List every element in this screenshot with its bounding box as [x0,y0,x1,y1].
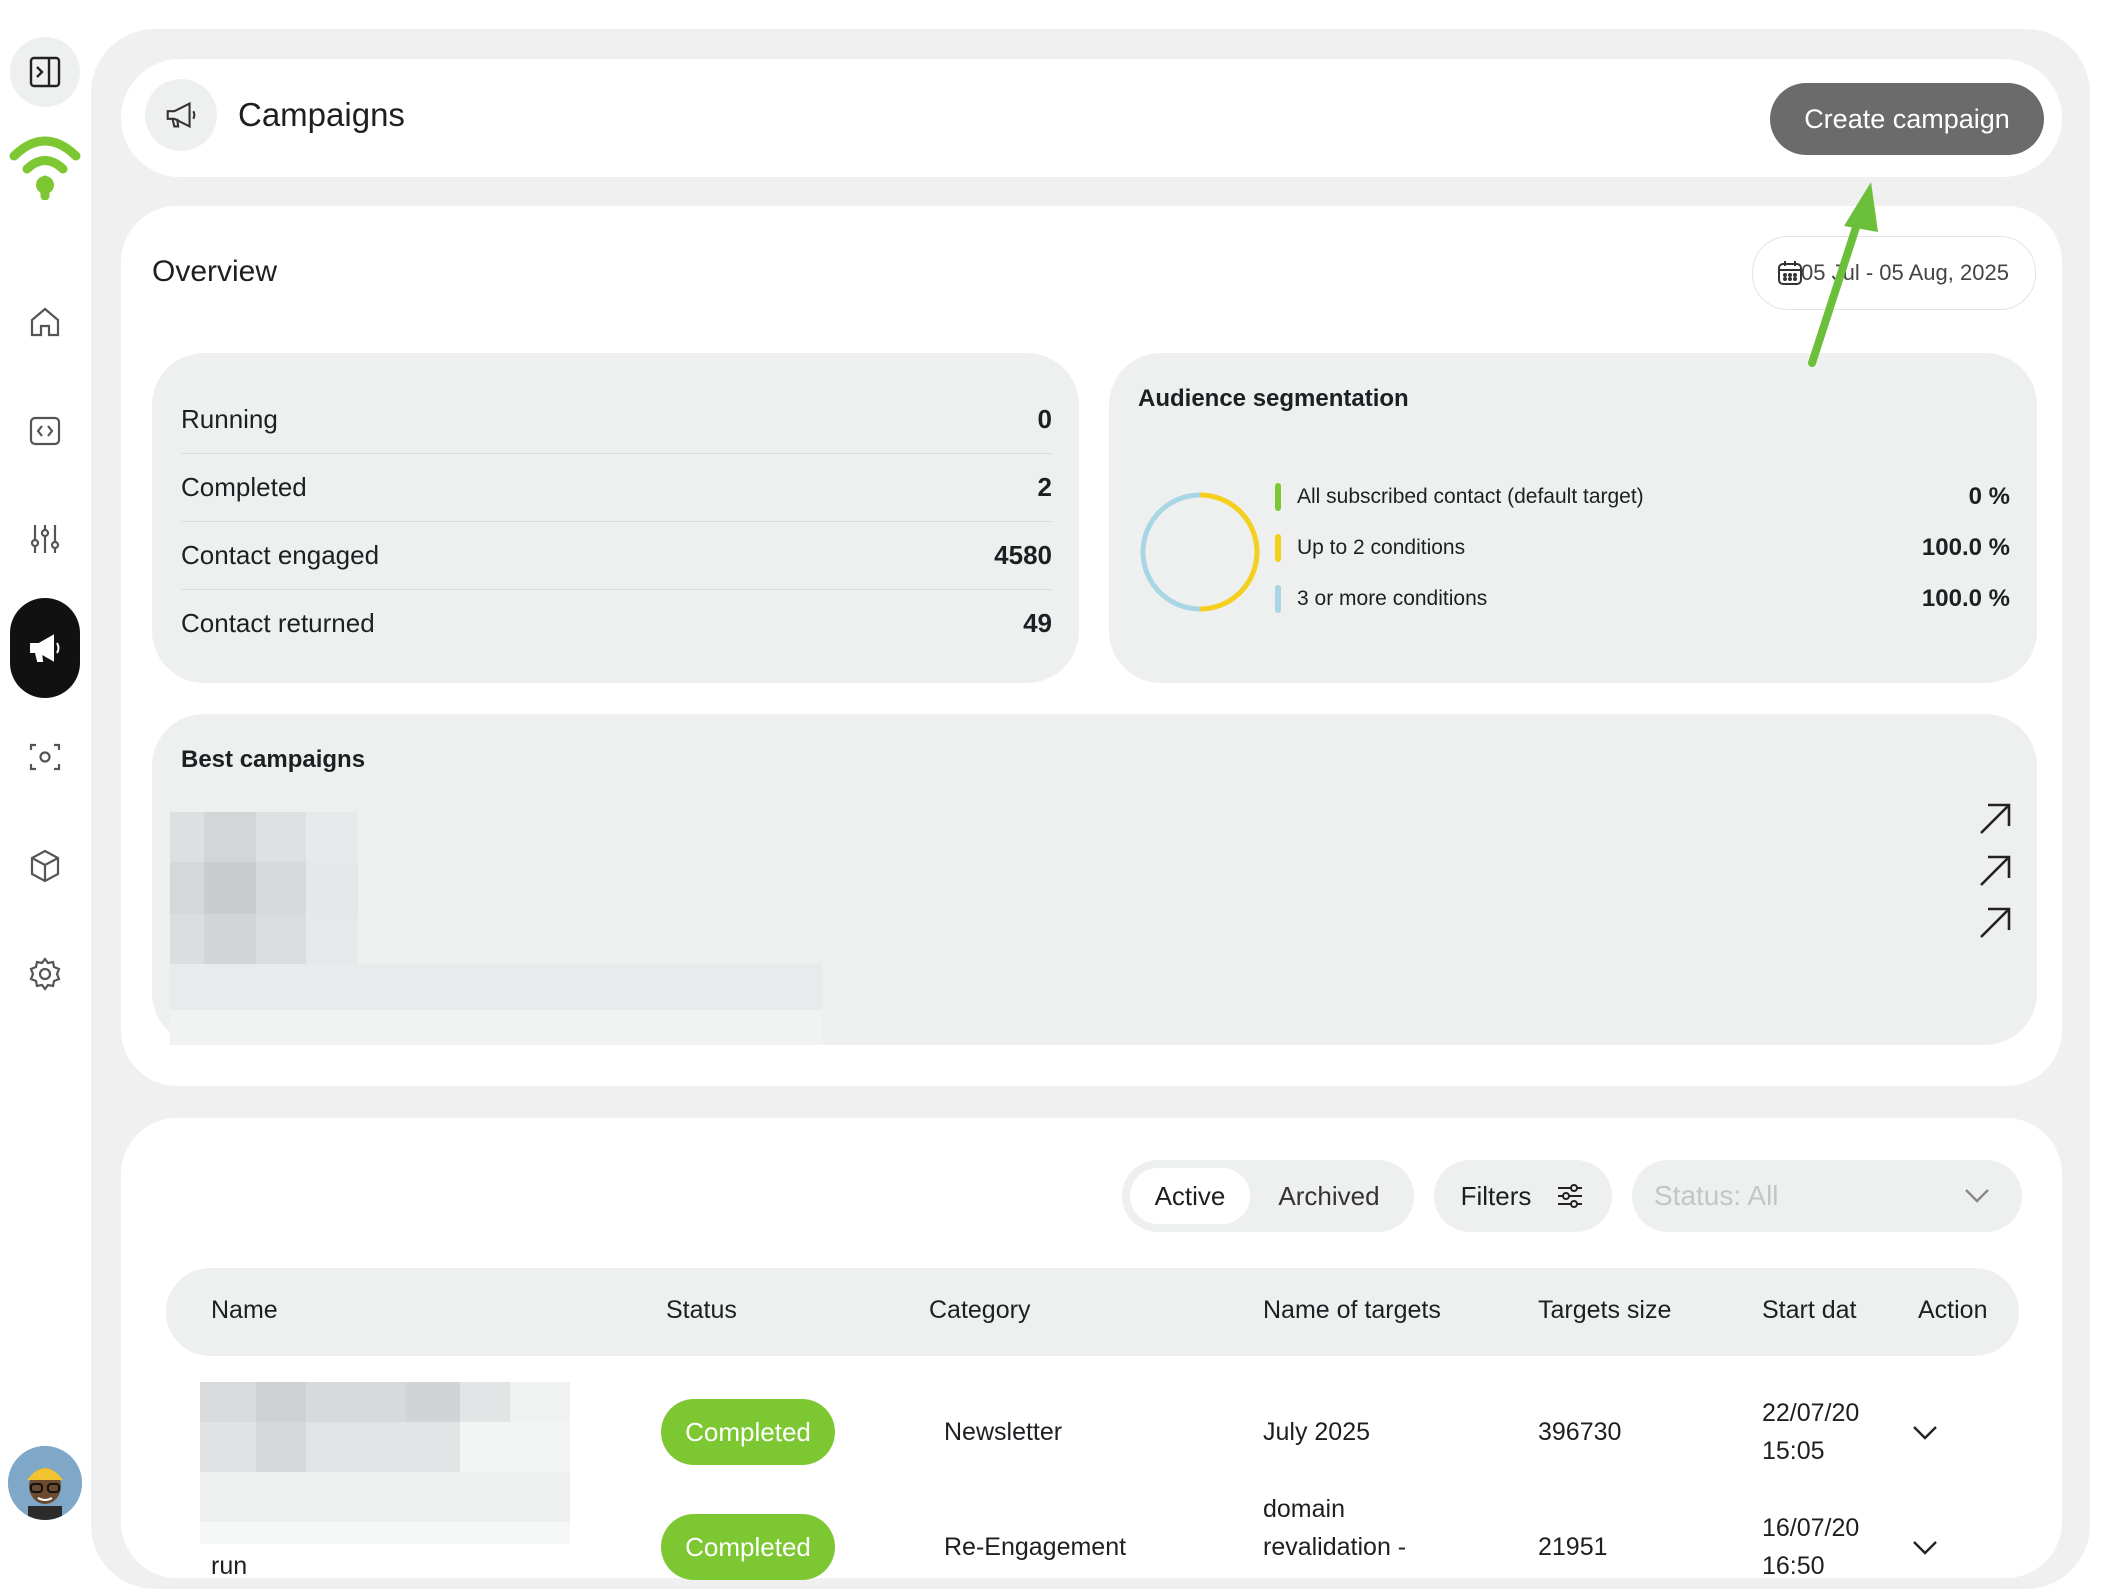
stat-value: 0 [1037,404,1052,434]
stat-row-contact-engaged: Contact engaged 4580 [181,522,1052,590]
category-cell: Newsletter [944,1418,1063,1446]
legend-item-all-subscribed: All subscribed contact (default target) … [1275,479,2010,515]
home-icon [30,307,60,337]
header-icon-badge [145,79,217,151]
stat-label: Contact returned [181,608,375,638]
legend-swatch [1275,534,1281,562]
stat-value: 2 [1037,472,1052,502]
tab-archived[interactable]: Archived [1254,1168,1404,1224]
best-campaigns-title: Best campaigns [181,746,366,773]
page-title: Campaigns [238,96,405,133]
column-header-action: Action [1918,1296,1988,1324]
filters-button[interactable]: Filters [1434,1160,1612,1232]
legend-label: Up to 2 conditions [1297,536,1466,559]
status-select-value: Status: All [1654,1180,1779,1211]
sidebar-item-sliders[interactable] [10,504,80,574]
targets-size-cell: 21951 [1538,1533,1608,1561]
expand-row-chevron-icon[interactable] [1910,1421,1940,1445]
date-range-text: 05 Jul - 05 Aug, 2025 [1801,260,2009,285]
chevron-down-icon [1965,1189,1989,1203]
column-header-targets[interactable]: Name of targets [1263,1296,1441,1325]
stat-label: Completed [181,472,307,502]
legend-value: 0 % [1968,483,2010,510]
status-select[interactable]: Status: All [1632,1160,2022,1232]
cube-icon [30,849,60,883]
sidebar-item-campaigns[interactable] [10,598,80,698]
legend-swatch [1275,483,1281,511]
legend-label: 3 or more conditions [1297,587,1488,610]
targets-size-cell: 396730 [1538,1418,1622,1446]
megaphone-icon [30,634,60,662]
tab-active[interactable]: Active [1130,1168,1250,1224]
sliders-icon [30,525,60,553]
category-cell: Re-Engagement [944,1533,1127,1561]
sidebar [0,0,90,1556]
stat-label: Contact engaged [181,540,380,570]
sidebar-item-settings[interactable] [10,939,80,1009]
stat-row-contact-returned: Contact returned 49 [181,590,1052,657]
open-link-icon[interactable] [1976,800,2014,838]
filters-label: Filters [1460,1180,1532,1211]
legend-value: 100.0 % [1921,534,2010,561]
column-header-status[interactable]: Status [666,1296,737,1325]
targets-cell-line2: revalidation - [1263,1533,1407,1561]
overview-title: Overview [152,255,278,288]
stat-value: 4580 [994,540,1052,570]
legend-value: 100.0 % [1921,585,2010,612]
legend-item-up-to-2: Up to 2 conditions 100.0 % [1275,530,2010,566]
open-link-icon[interactable] [1976,904,2014,942]
name-cell: run [211,1552,248,1580]
filter-sliders-icon [1558,1184,1583,1208]
megaphone-icon [166,101,196,129]
sidebar-item-box[interactable] [10,831,80,901]
gear-icon [29,957,61,991]
column-header-targets-size[interactable]: Targets size [1538,1296,1671,1325]
targets-cell: July 2025 [1263,1418,1371,1446]
column-header-start-date[interactable]: Start dat [1762,1296,1862,1325]
sidebar-toggle-button[interactable] [10,37,80,107]
stat-row-completed: Completed 2 [181,454,1052,522]
scan-icon [29,743,61,771]
status-badge: Completed [661,1399,835,1465]
start-date-cell: 16/07/20 [1762,1514,1860,1542]
open-link-icon[interactable] [1976,852,2014,890]
stat-value: 49 [1023,608,1052,638]
targets-cell-line1: domain [1263,1495,1345,1523]
code-icon [29,416,61,446]
legend-label: All subscribed contact (default target) [1297,485,1644,508]
date-range-picker[interactable]: 05 Jul - 05 Aug, 2025 [1752,236,2036,310]
stat-row-running: Running 0 [181,386,1052,454]
table-header [166,1268,2019,1356]
column-header-name[interactable]: Name [211,1296,278,1325]
create-campaign-button[interactable]: Create campaign [1770,83,2044,155]
sidebar-item-home[interactable] [10,287,80,357]
start-time-cell: 16:50 [1762,1552,1825,1580]
stat-label: Running [181,404,278,434]
segmentation-donut-chart [1140,492,1260,612]
sidebar-item-scan[interactable] [10,722,80,792]
avatar[interactable] [8,1446,82,1520]
expand-row-chevron-icon[interactable] [1910,1536,1940,1560]
sidebar-item-code[interactable] [10,396,80,466]
audience-title: Audience segmentation [1138,385,1409,412]
legend-swatch [1275,585,1281,613]
status-badge: Completed [661,1514,835,1580]
legend-item-3-or-more: 3 or more conditions 100.0 % [1275,581,2010,617]
sidebar-toggle-icon [29,56,61,88]
wifi-logo-icon [8,130,82,201]
start-date-cell: 22/07/20 [1762,1399,1860,1427]
start-time-cell: 15:05 [1762,1437,1825,1465]
column-header-category[interactable]: Category [929,1296,1030,1325]
